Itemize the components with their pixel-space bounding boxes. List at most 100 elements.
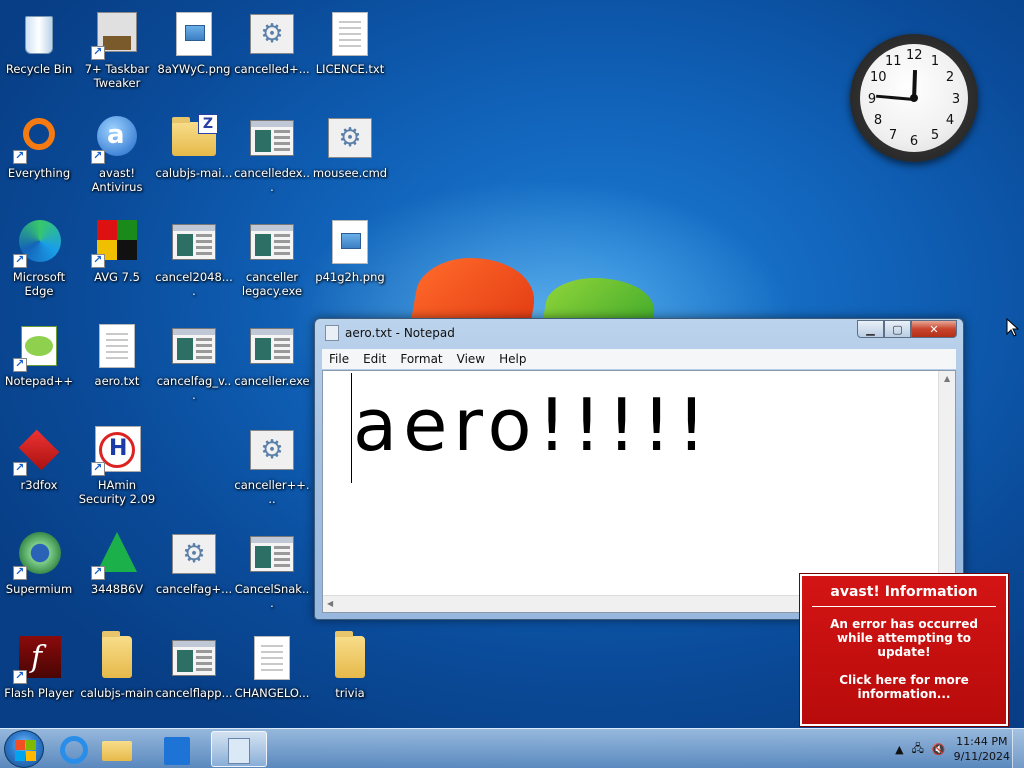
desktop-icon[interactable]: cancelflapp... [155, 628, 233, 728]
scroll-up-icon[interactable]: ▲ [944, 374, 950, 383]
maximize-button[interactable]: ▢ [884, 320, 911, 338]
clock-minute-hand [876, 94, 915, 101]
avast-more-info-link[interactable]: Click here for more information... [802, 673, 1006, 701]
shortcut-arrow-icon [13, 149, 27, 164]
menu-edit[interactable]: Edit [356, 349, 393, 369]
desktop-icon[interactable]: Zcalubjs-mai... [155, 108, 233, 208]
avg-antivirus-icon [91, 218, 141, 268]
store-icon[interactable] [150, 731, 206, 767]
desktop-icon-label: CHANGELO... [234, 686, 310, 700]
file-explorer-icon[interactable] [88, 731, 144, 767]
desktop-icon[interactable]: AVG 7.5 [78, 212, 156, 312]
menu-file[interactable]: File [322, 349, 356, 369]
menu-bar: File Edit Format View Help [322, 349, 956, 369]
desktop-icon[interactable]: Notepad++ [0, 316, 78, 416]
desktop-icon[interactable]: aero.txt [78, 316, 156, 416]
desktop-icon[interactable]: ⚙ cancelfag+... [155, 524, 233, 624]
desktop-icon-label: Recycle Bin [5, 62, 73, 76]
scroll-left-icon[interactable]: ◀ [327, 599, 333, 608]
minimize-button[interactable]: ▁ [857, 320, 884, 338]
application-icon [248, 322, 296, 370]
desktop-icon[interactable]: cancel2048.... [155, 212, 233, 312]
desktop-icon[interactable]: cancelledex... [233, 108, 311, 208]
desktop-icon[interactable]: 8aYWyC.png [155, 4, 233, 104]
text-file-icon [93, 322, 141, 370]
desktop-icon[interactable]: calubjs-main [78, 628, 156, 728]
desktop-icon[interactable]: Microsoft Edge [0, 212, 78, 312]
clock-gadget[interactable]: 12 1 2 3 4 5 6 7 8 9 10 11 [850, 34, 978, 162]
network-icon[interactable]: 🖧 [912, 740, 924, 759]
application-icon [248, 218, 296, 266]
desktop-icon[interactable]: ⚙ mousee.cmd [311, 108, 389, 208]
desktop-icon-label: Flash Player [4, 686, 74, 700]
show-hidden-icons-icon[interactable]: ▲ [895, 743, 903, 756]
desktop-icon[interactable]: canceller.exe [233, 316, 311, 416]
volume-muted-icon[interactable]: 🔇 [932, 743, 946, 756]
edge-browser-icon [13, 218, 63, 268]
desktop-icon-label: Microsoft Edge [12, 270, 66, 298]
desktop-icon[interactable]: 3448B6V [78, 524, 156, 624]
avast-message: An error has occurred while attempting t… [830, 617, 978, 659]
show-desktop-button[interactable] [1012, 729, 1024, 768]
shortcut-arrow-icon [13, 461, 27, 476]
desktop-icon-label: 3448B6V [90, 582, 144, 596]
desktop-icon[interactable]: trivia [311, 628, 389, 728]
desktop-icon-label: cancelledex... [234, 166, 310, 194]
desktop-icon[interactable]: canceller legacy.exe [233, 212, 311, 312]
shortcut-arrow-icon [91, 565, 105, 580]
avast-notification[interactable]: avast! Information An error has occurred… [800, 574, 1008, 726]
desktop-icon-label: calubjs-mai... [155, 166, 233, 180]
desktop-icon[interactable]: cancelfag_v... [155, 316, 233, 416]
zip-folder-icon: Z [170, 114, 218, 162]
desktop-icon-label: aero.txt [94, 374, 140, 388]
desktop-icon[interactable]: Everything [0, 108, 78, 208]
menu-view[interactable]: View [450, 349, 492, 369]
desktop-icon[interactable]: 7+ Taskbar Tweaker [78, 4, 156, 104]
desktop-icon[interactable]: r3dfox [0, 420, 78, 520]
shortcut-arrow-icon [91, 461, 105, 476]
flash-player-icon: f [13, 634, 63, 684]
clock-face: 12 1 2 3 4 5 6 7 8 9 10 11 [860, 44, 968, 152]
desktop-icon[interactable]: LICENCE.txt [311, 4, 389, 104]
vertical-scrollbar[interactable]: ▲ [938, 371, 955, 597]
desktop-icon[interactable]: Recycle Bin [0, 4, 78, 104]
desktop-icon-label: trivia [335, 686, 365, 700]
desktop-icon[interactable]: p41g2h.png [311, 212, 389, 312]
system-tray: ▲ 🖧 🔇 11:44 PM 9/11/2024 [895, 729, 1010, 768]
desktop-icon[interactable]: aavast! Antivirus [78, 108, 156, 208]
shortcut-arrow-icon [91, 253, 105, 268]
application-icon [248, 530, 296, 578]
desktop-icon[interactable]: ⚙ cancelled+... [233, 4, 311, 104]
menu-help[interactable]: Help [492, 349, 533, 369]
application-icon [170, 322, 218, 370]
text-file-icon [326, 10, 374, 58]
shortcut-arrow-icon [13, 357, 27, 372]
notepad-taskbar-button[interactable] [211, 731, 267, 767]
desktop-icon-label: Notepad++ [4, 374, 74, 388]
desktop-icon-label: mousee.cmd [312, 166, 388, 180]
r3dfox-browser-icon [13, 426, 63, 476]
avast-antivirus-icon: a [91, 114, 141, 164]
start-button[interactable] [4, 730, 44, 768]
recycle-bin-icon [15, 10, 63, 58]
close-button[interactable]: ✕ [911, 320, 957, 338]
desktop-icon[interactable]: Supermium [0, 524, 78, 624]
window-controls: ▁ ▢ ✕ [857, 320, 957, 338]
desktop-icon-label: Everything [7, 166, 71, 180]
cmd-script-icon: ⚙ [326, 114, 374, 162]
notepad-plus-plus-icon [13, 322, 63, 372]
desktop-icon[interactable]: f Flash Player [0, 628, 78, 728]
cmd-script-icon: ⚙ [248, 10, 296, 58]
desktop-icon[interactable]: CancelSnak... [233, 524, 311, 624]
menu-format[interactable]: Format [393, 349, 449, 369]
notepad-icon [325, 325, 339, 341]
desktop-icon[interactable]: HHAmin Security 2.09 [78, 420, 156, 520]
avast-title: avast! Information [830, 584, 978, 600]
clock-tray[interactable]: 11:44 PM 9/11/2024 [954, 734, 1010, 764]
desktop-icon-label: cancelfag+... [155, 582, 233, 596]
desktop-icon[interactable]: ⚙ canceller++... [233, 420, 311, 520]
desktop-icon[interactable]: CHANGELO... [233, 628, 311, 728]
application-icon [170, 218, 218, 266]
desktop-icon-label: 8aYWyC.png [157, 62, 231, 76]
desktop-icon-label: r3dfox [20, 478, 58, 492]
